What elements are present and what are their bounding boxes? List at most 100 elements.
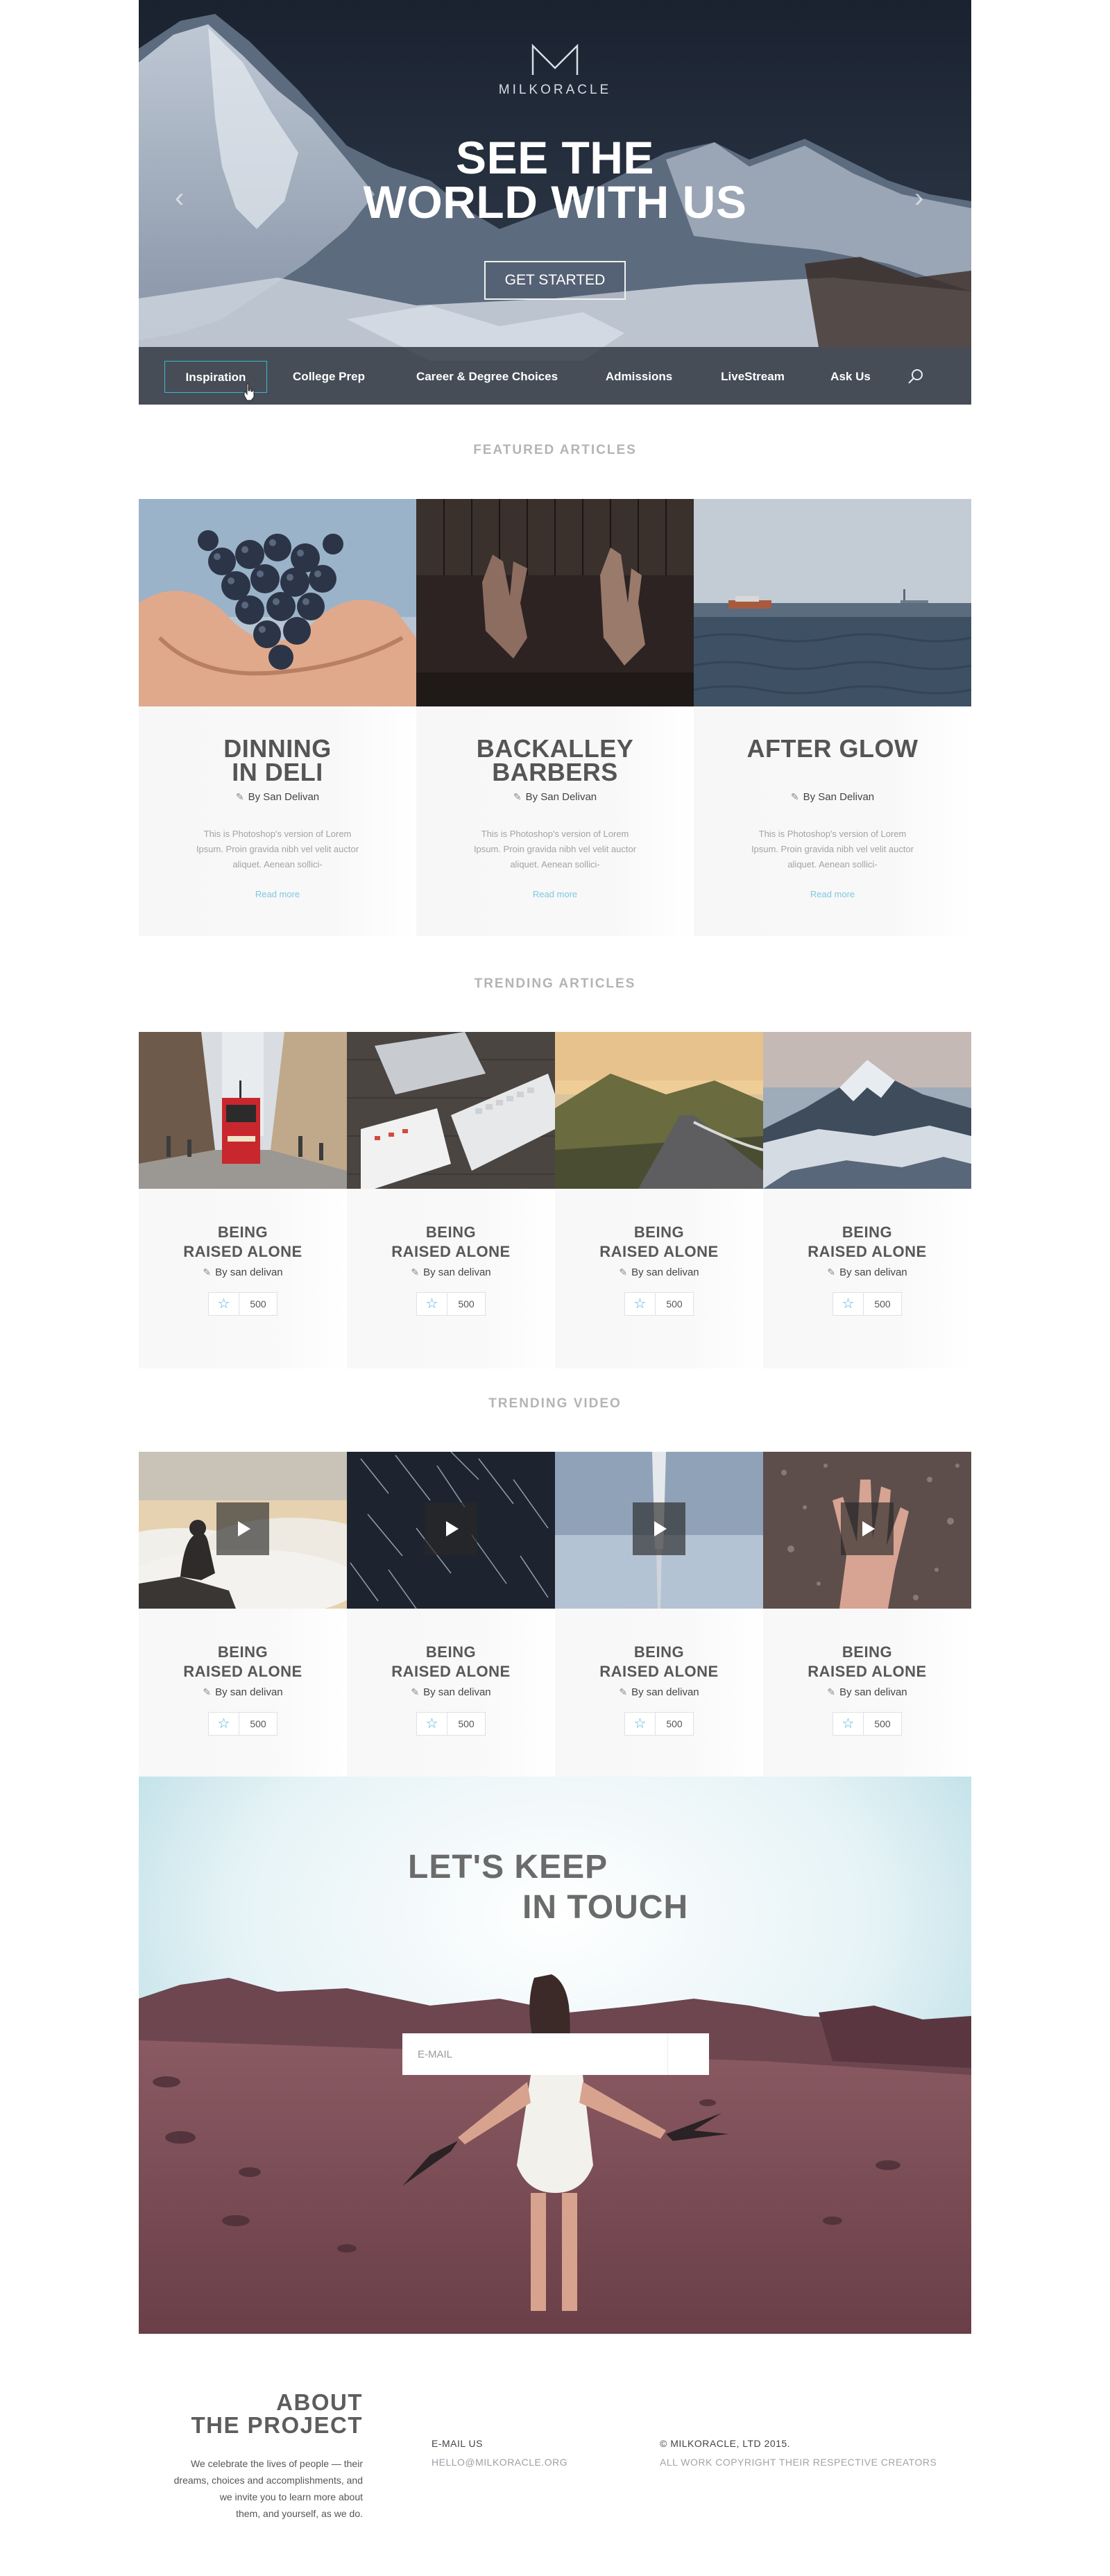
hand-cursor-icon xyxy=(244,383,255,401)
trending-article-title[interactable]: BEING RAISED ALONE xyxy=(555,1223,763,1262)
star-icon[interactable]: ☆ xyxy=(209,1713,239,1735)
star-icon[interactable]: ☆ xyxy=(833,1713,864,1735)
snowy-peak-photo[interactable] xyxy=(763,1032,971,1189)
trending-video-title-line-1: BEING xyxy=(425,1643,477,1661)
trending-video-title[interactable]: BEING RAISED ALONE xyxy=(139,1643,347,1681)
rating-widget: ☆ 500 xyxy=(208,1712,278,1736)
featured-card-title-line-1: BACKALLEY xyxy=(476,734,634,763)
email-us-label: E-MAIL US xyxy=(432,2438,483,2449)
featured-card[interactable]: AFTER GLOW ✎ By San Delivan This is Photo… xyxy=(694,499,971,936)
search-icon[interactable] xyxy=(907,368,925,386)
about-project-title: ABOUT THE PROJECT xyxy=(139,2391,363,2437)
video-thumbnail[interactable] xyxy=(555,1452,763,1609)
trending-article-author: ✎ By san delivan xyxy=(763,1266,971,1278)
play-icon[interactable] xyxy=(216,1502,269,1555)
trending-article-card[interactable]: BEING RAISED ALONE ✎ By san delivan ☆ 500 xyxy=(139,1032,347,1368)
hero-title-line-2: WORLD WITH US xyxy=(363,176,747,228)
trending-article-title[interactable]: BEING RAISED ALONE xyxy=(347,1223,555,1262)
featured-card-title-line-2: IN DELI xyxy=(232,758,323,786)
featured-card-excerpt: This is Photoshop's version of Lorem Ips… xyxy=(473,829,637,870)
play-icon[interactable] xyxy=(633,1502,685,1555)
tram-photo[interactable] xyxy=(139,1032,347,1189)
video-thumbnail[interactable] xyxy=(139,1452,347,1609)
nav-item-college-prep[interactable]: College Prep xyxy=(289,361,368,393)
featured-card-title[interactable]: BACKALLEY BARBERS xyxy=(416,734,694,785)
read-more-link[interactable]: Read more xyxy=(694,889,971,899)
author-name: By san delivan xyxy=(423,1266,491,1278)
nav-item-career-degree-choices[interactable]: Career & Degree Choices xyxy=(413,361,561,393)
pen-icon: ✎ xyxy=(619,1686,628,1697)
star-icon[interactable]: ☆ xyxy=(417,1713,447,1735)
keyboard-desk-photo[interactable] xyxy=(347,1032,555,1189)
trending-articles-title: TRENDING ARTICLES xyxy=(474,976,636,991)
trending-article-title-line-1: BEING xyxy=(842,1223,893,1241)
featured-card-excerpt: This is Photoshop's version of Lorem Ips… xyxy=(751,829,914,870)
featured-card-title[interactable]: DINNING IN DELI xyxy=(139,736,416,786)
play-icon[interactable] xyxy=(425,1502,477,1555)
trending-video-card[interactable]: BEING RAISED ALONE ✎ By san delivan ☆ 500 xyxy=(763,1452,971,1788)
sea-photo[interactable] xyxy=(694,499,971,706)
star-icon[interactable]: ☆ xyxy=(833,1293,864,1315)
author-name: By San Delivan xyxy=(803,791,875,803)
rating-count: 500 xyxy=(458,1298,475,1310)
video-thumbnail[interactable] xyxy=(347,1452,555,1609)
trending-video-card[interactable]: BEING RAISED ALONE ✎ By san delivan ☆ 500 xyxy=(555,1452,763,1788)
nav-item-livestream[interactable]: LiveStream xyxy=(719,361,787,393)
play-icon[interactable] xyxy=(841,1502,894,1555)
star-icon[interactable]: ☆ xyxy=(625,1713,656,1735)
pen-icon: ✎ xyxy=(619,1266,628,1278)
trending-video-title[interactable]: BEING RAISED ALONE xyxy=(347,1643,555,1681)
featured-card-title[interactable]: AFTER GLOW xyxy=(694,734,971,763)
trending-article-title[interactable]: BEING RAISED ALONE xyxy=(139,1223,347,1262)
trending-article-title[interactable]: BEING RAISED ALONE xyxy=(763,1223,971,1262)
tram-street-image xyxy=(139,1032,347,1189)
trending-video-card[interactable]: BEING RAISED ALONE ✎ By san delivan ☆ 500 xyxy=(139,1452,347,1788)
video-thumbnail[interactable] xyxy=(763,1452,971,1609)
coastal-road-photo[interactable] xyxy=(555,1032,763,1189)
about-text-line: them, and yourself, as we do. xyxy=(236,2508,363,2519)
about-title-line-2: THE PROJECT xyxy=(191,2412,363,2438)
rating-count: 500 xyxy=(666,1298,683,1310)
trending-video-title-line-2: RAISED ALONE xyxy=(183,1663,302,1680)
trending-article-card[interactable]: BEING RAISED ALONE ✎ By san delivan ☆ 500 xyxy=(555,1032,763,1368)
rating-widget: ☆ 500 xyxy=(624,1712,694,1736)
snowy-peak-image xyxy=(763,1032,971,1189)
rating-widget: ☆ 500 xyxy=(416,1712,486,1736)
hero-banner: MILKORACLE ‹ › SEE THE WORLD WITH US GET… xyxy=(139,0,971,405)
author-name: By san delivan xyxy=(215,1686,283,1698)
trending-article-card[interactable]: BEING RAISED ALONE ✎ By san delivan ☆ 500 xyxy=(763,1032,971,1368)
trending-video-title[interactable]: BEING RAISED ALONE xyxy=(763,1643,971,1681)
contact-email-link[interactable]: HELLO@MILKORACLE.ORG xyxy=(432,2457,567,2468)
featured-card[interactable]: DINNING IN DELI ✎ By San Delivan This is … xyxy=(139,499,416,936)
featured-card-author: ✎ By San Delivan xyxy=(416,791,694,803)
read-more-link[interactable]: Read more xyxy=(416,889,694,899)
nav-item-admissions[interactable]: Admissions xyxy=(605,361,673,393)
trending-video-title[interactable]: BEING RAISED ALONE xyxy=(555,1643,763,1681)
pen-icon: ✎ xyxy=(411,1686,420,1697)
rating-count: 500 xyxy=(874,1298,891,1310)
trending-video-card[interactable]: BEING RAISED ALONE ✎ By san delivan ☆ 500 xyxy=(347,1452,555,1788)
star-icon[interactable]: ☆ xyxy=(209,1293,239,1315)
featured-card-author: ✎ By San Delivan xyxy=(694,791,971,803)
about-project-text: We celebrate the lives of people — their… xyxy=(139,2455,363,2522)
get-started-button[interactable]: GET STARTED xyxy=(484,261,626,300)
trending-article-card[interactable]: BEING RAISED ALONE ✎ By san delivan ☆ 500 xyxy=(347,1032,555,1368)
nav-item-ask-us[interactable]: Ask Us xyxy=(828,361,873,393)
author-name: By san delivan xyxy=(631,1266,699,1278)
coastal-road-image xyxy=(555,1032,763,1189)
piano-hands-photo[interactable] xyxy=(416,499,694,706)
trending-article-title-line-2: RAISED ALONE xyxy=(808,1243,927,1260)
trending-video-title-line-1: BEING xyxy=(633,1643,685,1661)
rating-count: 500 xyxy=(250,1298,266,1310)
email-input[interactable] xyxy=(402,2033,667,2075)
grapes-photo[interactable] xyxy=(139,499,416,706)
send-button[interactable] xyxy=(667,2033,709,2075)
hero-title: SEE THE WORLD WITH US xyxy=(139,135,971,228)
read-more-link[interactable]: Read more xyxy=(139,889,416,899)
star-icon[interactable]: ☆ xyxy=(625,1293,656,1315)
star-icon[interactable]: ☆ xyxy=(417,1293,447,1315)
featured-card[interactable]: BACKALLEY BARBERS ✎ By San Delivan This i… xyxy=(416,499,694,936)
featured-card-title-line-1: AFTER GLOW xyxy=(746,734,919,763)
trending-article-title-line-1: BEING xyxy=(217,1223,268,1241)
logo[interactable]: MILKORACLE xyxy=(139,43,971,98)
